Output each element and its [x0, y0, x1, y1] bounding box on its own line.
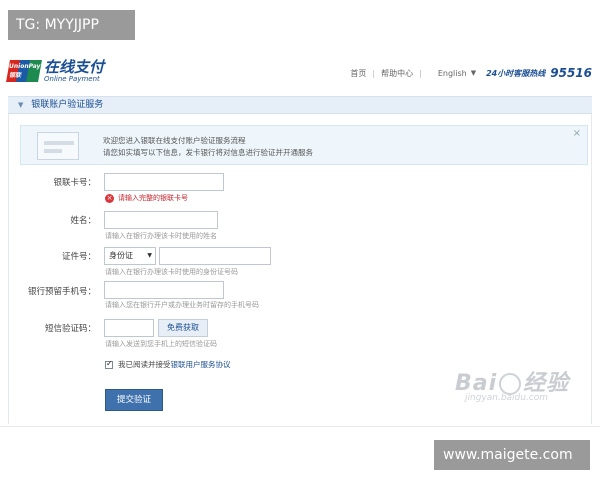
logo-text: UnionPay 银联: [9, 63, 41, 79]
hotline-label: 24小时客服热线: [486, 68, 546, 78]
close-icon[interactable]: ×: [573, 128, 581, 139]
sms-label: 短信验证码：: [44, 324, 96, 334]
baidu-watermark-url: jingyan.baidu.com: [465, 393, 549, 403]
notice-line-1: 欢迎您进入银联在线支付账户验证服务流程: [103, 136, 246, 145]
get-sms-code-button[interactable]: 免费获取: [158, 319, 208, 337]
notice-box: 欢迎您进入银联在线支付账户验证服务流程 请您如实填写以下信息，发卡银行将对信息进…: [20, 125, 588, 165]
panel-title: 银联账户验证服务: [31, 100, 104, 110]
phone-label: 银行预留手机号：: [27, 287, 96, 297]
hotline-number: 95516: [550, 66, 592, 80]
language-select[interactable]: English: [438, 69, 467, 78]
card-number-error-text: 请输入完整的银联卡号: [118, 194, 188, 202]
agree-checkbox[interactable]: [105, 359, 113, 369]
id-type-value: 身份证: [109, 251, 133, 260]
chevron-down-icon: ▼: [147, 252, 152, 259]
agree-text: 我已阅读并接受: [118, 360, 171, 369]
brand: 在线支付 Online Payment: [44, 59, 104, 83]
collapse-triangle-icon[interactable]: ▼: [18, 101, 23, 109]
card-illustration-icon: [37, 132, 79, 160]
nav-separator: |: [419, 68, 422, 78]
panel-header[interactable]: ▼ 银联账户验证服务: [8, 96, 592, 114]
site-watermark: www.maigete.com: [434, 440, 590, 470]
name-hint: 请输入在银行办理该卡时使用的姓名: [105, 232, 217, 240]
card-number-input[interactable]: [104, 173, 224, 191]
brand-title: 在线支付: [44, 58, 105, 76]
phone-input[interactable]: [104, 281, 224, 299]
sms-code-input[interactable]: [104, 319, 154, 337]
nav-separator: |: [372, 68, 376, 78]
top-nav: 首页 | 帮助中心 | English ▼ 24小时客服热线 95516: [350, 66, 592, 80]
id-type-select[interactable]: 身份证 ▼: [104, 247, 156, 265]
name-label: 姓名：: [70, 216, 96, 226]
nav-home-link[interactable]: 首页: [350, 68, 366, 79]
id-number-input[interactable]: [159, 247, 271, 265]
brand-subtitle: Online Payment: [44, 75, 100, 83]
service-agreement-link[interactable]: 银联用户服务协议: [171, 359, 231, 370]
error-icon: ×: [105, 193, 114, 203]
id-hint: 请输入在银行办理该卡时使用的身份证号码: [105, 268, 238, 276]
id-label: 证件号：: [61, 252, 96, 262]
submit-button[interactable]: 提交验证: [105, 389, 163, 411]
bottom-divider: [0, 426, 600, 427]
nav-help-link[interactable]: 帮助中心: [381, 68, 413, 79]
paw-icon: [499, 373, 522, 395]
agreement: 我已阅读并接受 银联用户服务协议: [105, 359, 231, 370]
notice-line-2: 请您如实填写以下信息，发卡银行将对信息进行验证并开通服务: [103, 148, 313, 157]
page: TG: MYYJJPP UnionPay 银联 在线支付 Online Paym…: [0, 0, 600, 480]
sms-hint: 请输入发送到您手机上的短信验证码: [105, 340, 217, 348]
card-number-error: × 请输入完整的银联卡号: [105, 193, 188, 203]
chevron-down-icon[interactable]: ▼: [471, 69, 476, 77]
card-number-label: 银联卡号：: [53, 178, 96, 188]
unionpay-logo: UnionPay 银联: [6, 60, 42, 82]
name-input[interactable]: [104, 211, 218, 229]
tg-watermark: TG: MYYJJPP: [8, 10, 135, 40]
phone-hint: 请输入您在银行开户或办理业务时留存的手机号码: [105, 301, 259, 309]
